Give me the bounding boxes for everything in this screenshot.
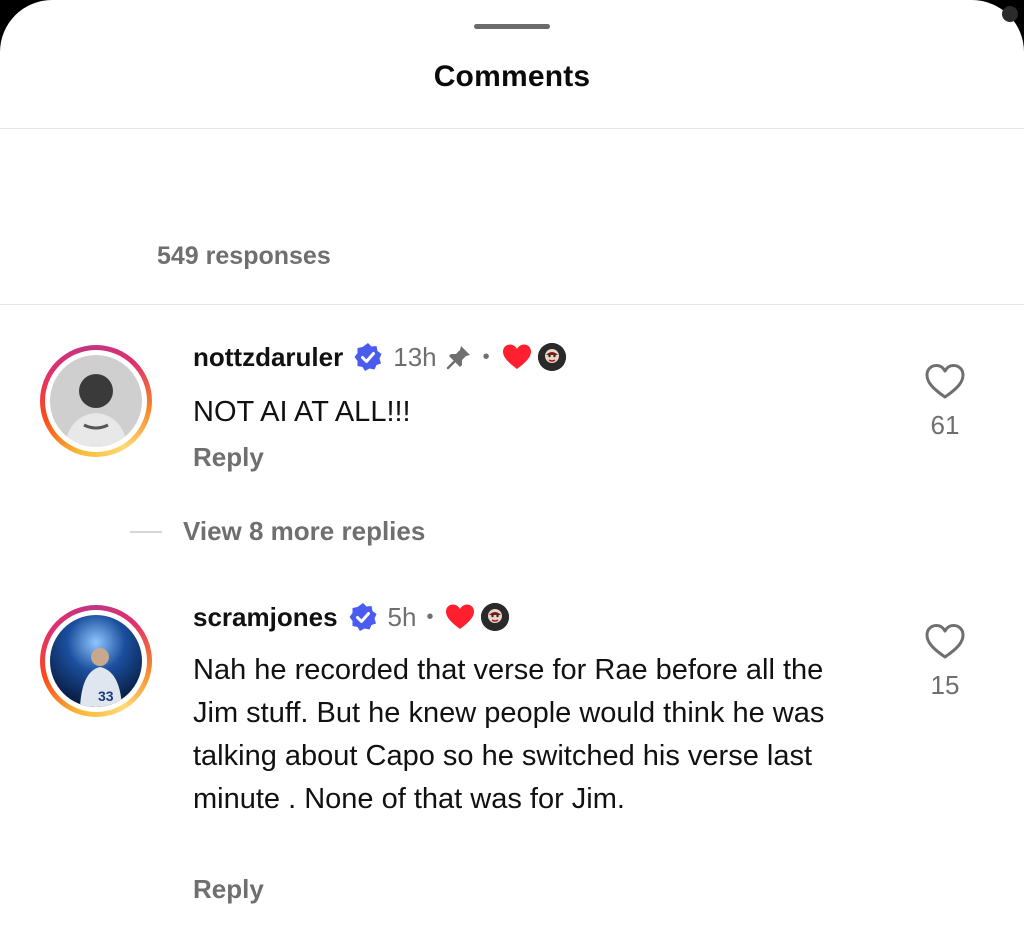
camera-cutout [1002, 6, 1018, 22]
username[interactable]: nottzdaruler [193, 342, 343, 373]
svg-text:33: 33 [98, 688, 114, 704]
verified-badge-icon [354, 343, 382, 371]
like-control[interactable]: 15 [920, 621, 970, 701]
comments-sheet: Comments 549 responses nottzdaruler 13h … [0, 0, 1024, 933]
story-ring[interactable]: 33 [40, 605, 152, 717]
reply-button[interactable]: Reply [193, 874, 264, 905]
comment-time: 5h [387, 601, 417, 632]
comment-text: NOT AI AT ALL!!! [193, 396, 411, 428]
comment-time: 13h [393, 341, 437, 372]
creator-avatar [481, 603, 510, 631]
comment-meta: scramjones 5h • [193, 597, 510, 637]
view-replies-label[interactable]: View 8 more replies [183, 516, 425, 547]
avatar [50, 355, 142, 447]
responses-count[interactable]: 549 responses [157, 242, 331, 271]
creator-avatar [537, 343, 566, 371]
like-count: 15 [930, 670, 960, 700]
separator-dot: • [426, 605, 434, 628]
like-count: 61 [930, 410, 960, 440]
drag-handle[interactable] [474, 24, 550, 29]
heart-outline-icon[interactable] [924, 621, 966, 661]
sheet-title: Comments [433, 60, 591, 93]
replies-line [130, 530, 162, 533]
pin-icon [446, 346, 470, 370]
comment-meta: nottzdaruler 13h • [193, 337, 566, 377]
reply-button[interactable]: Reply [193, 442, 264, 473]
like-control[interactable]: 61 [920, 361, 970, 441]
heart-outline-icon[interactable] [924, 361, 966, 401]
creator-liked-heart-icon [446, 604, 475, 629]
comment-text: Nah he recorded that verse for Rae befor… [193, 654, 825, 815]
username[interactable]: scramjones [193, 602, 338, 633]
view-more-replies[interactable]: View 8 more replies [130, 516, 425, 547]
separator-dot: • [482, 345, 490, 368]
story-ring[interactable] [40, 345, 152, 457]
creator-liked-heart-icon [502, 344, 531, 369]
responses-divider [0, 304, 1024, 305]
header-divider [0, 128, 1024, 129]
verified-badge-icon [349, 603, 377, 631]
avatar: 33 [50, 615, 142, 707]
